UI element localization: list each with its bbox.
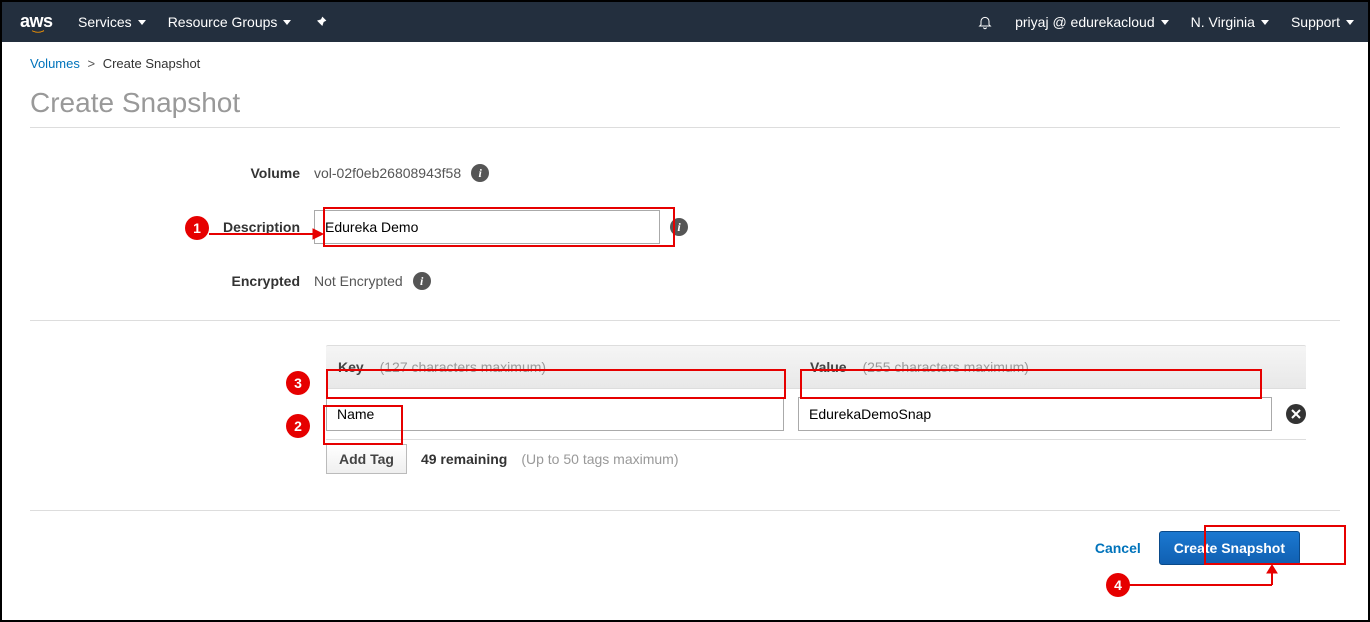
tags-key-hint: (127 characters maximum): [380, 359, 547, 375]
caret-down-icon: [1261, 20, 1269, 25]
value-volume: vol-02f0eb26808943f58: [314, 165, 461, 181]
annotation-arrow-1: [209, 228, 329, 249]
footer-actions: Cancel Create Snapshot 4: [30, 510, 1340, 565]
nav-account-label: priyaj @ edurekacloud: [1015, 14, 1155, 30]
tag-value-input[interactable]: [798, 397, 1272, 431]
row-encrypted: Encrypted Not Encrypted i: [30, 258, 1340, 304]
tag-key-input[interactable]: [326, 397, 784, 431]
value-encrypted: Not Encrypted: [314, 273, 403, 289]
annotation-badge-3: 3: [286, 371, 310, 395]
bell-icon: [977, 14, 993, 30]
breadcrumb-current: Create Snapshot: [103, 56, 201, 71]
tags-header: Key (127 characters maximum) Value (255 …: [326, 345, 1306, 389]
nav-resource-groups-label: Resource Groups: [168, 14, 278, 30]
tags-area: Key (127 characters maximum) Value (255 …: [326, 345, 1340, 484]
label-encrypted: Encrypted: [30, 273, 314, 289]
nav-support[interactable]: Support: [1291, 14, 1354, 30]
page-title: Create Snapshot: [30, 87, 1340, 128]
caret-down-icon: [283, 20, 291, 25]
nav-pin[interactable]: [313, 14, 329, 30]
annotation-badge-1: 1: [185, 216, 209, 240]
add-tag-row: Add Tag 49 remaining (Up to 50 tags maxi…: [326, 440, 1306, 484]
label-volume: Volume: [30, 165, 314, 181]
nav-account[interactable]: priyaj @ edurekacloud: [1015, 14, 1169, 30]
top-nav: aws Services Resource Groups priyaj @ ed…: [2, 2, 1368, 42]
tags-value-hint: (255 characters maximum): [862, 359, 1029, 375]
breadcrumb-sep: >: [88, 56, 96, 71]
caret-down-icon: [138, 20, 146, 25]
pin-icon: [313, 14, 329, 30]
tag-row: [326, 389, 1306, 439]
info-icon[interactable]: i: [413, 272, 431, 290]
row-volume: Volume vol-02f0eb26808943f58 i: [30, 150, 1340, 196]
nav-support-label: Support: [1291, 14, 1340, 30]
aws-logo[interactable]: aws: [20, 11, 56, 33]
nav-region[interactable]: N. Virginia: [1191, 14, 1269, 30]
nav-services[interactable]: Services: [78, 14, 146, 30]
nav-resource-groups[interactable]: Resource Groups: [168, 14, 292, 30]
tags-key-header: Key: [338, 359, 364, 375]
tags-value-header: Value: [810, 359, 847, 375]
info-icon[interactable]: i: [670, 218, 688, 236]
create-snapshot-button[interactable]: Create Snapshot: [1159, 531, 1300, 565]
nav-region-label: N. Virginia: [1191, 14, 1255, 30]
breadcrumb-volumes-link[interactable]: Volumes: [30, 56, 80, 71]
cancel-button[interactable]: Cancel: [1095, 540, 1141, 556]
description-input[interactable]: [314, 210, 660, 244]
add-tag-button[interactable]: Add Tag: [326, 444, 407, 474]
aws-logo-text: aws: [20, 11, 53, 31]
remove-tag-button[interactable]: [1286, 404, 1306, 424]
caret-down-icon: [1346, 20, 1354, 25]
breadcrumb: Volumes > Create Snapshot: [30, 56, 1340, 71]
close-icon: [1290, 408, 1302, 420]
tags-remaining: 49 remaining: [421, 451, 507, 467]
info-icon[interactable]: i: [471, 164, 489, 182]
caret-down-icon: [1161, 20, 1169, 25]
nav-notifications[interactable]: [977, 14, 993, 30]
nav-services-label: Services: [78, 14, 132, 30]
tags-max-note: (Up to 50 tags maximum): [521, 451, 678, 467]
annotation-badge-2: 2: [286, 414, 310, 438]
annotation-arrow-4: [1122, 565, 1292, 598]
